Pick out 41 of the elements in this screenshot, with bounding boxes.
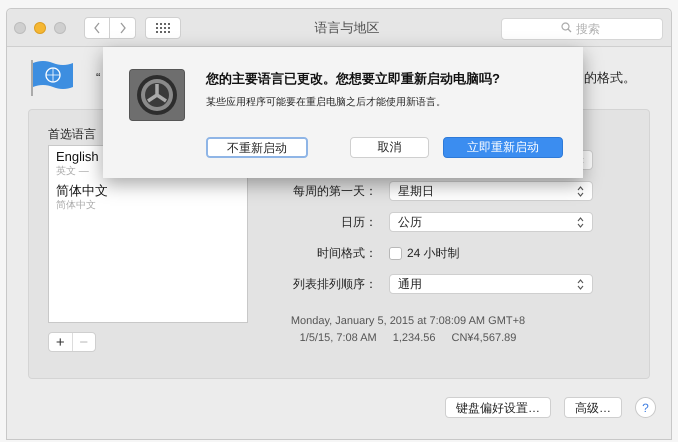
setting-label: 日历：	[340, 214, 378, 231]
setting-label: 时间格式：	[316, 245, 378, 262]
popup-button[interactable]: 公历	[389, 212, 593, 232]
description-text: “	[96, 69, 100, 88]
format-sample: 1/5/15, 7:08 AM	[300, 330, 377, 346]
search-field[interactable]: 搜索	[501, 18, 663, 40]
keyboard-preferences-button[interactable]: 键盘偏好设置…	[445, 397, 551, 418]
description-text: 的格式。	[584, 69, 636, 88]
show-all-button[interactable]	[145, 16, 181, 38]
checkbox[interactable]	[389, 246, 402, 260]
help-button[interactable]: ?	[635, 397, 656, 418]
search-icon	[561, 22, 572, 32]
setting-label: 列表排列顺序：	[292, 276, 378, 293]
grid-icon	[156, 22, 170, 32]
language-detail: 英文 —	[56, 165, 90, 178]
cancel-button[interactable]: 取消	[350, 136, 429, 158]
back-button[interactable]	[84, 16, 110, 38]
dialog-title: 您的主要语言已更改。您想要立即重新启动电脑吗?	[206, 70, 501, 88]
advanced-button[interactable]: 高级…	[564, 397, 622, 418]
back-icon	[93, 22, 101, 34]
add-button[interactable]: +	[49, 333, 72, 351]
forward-button[interactable]	[110, 16, 136, 38]
popup-button[interactable]: 通用	[389, 274, 593, 294]
zoom-button[interactable]	[54, 22, 66, 34]
forward-icon	[118, 22, 126, 34]
setting-label: 每周的第一天：	[292, 183, 378, 200]
section-label: 首选语言	[48, 126, 97, 143]
flag-icon	[30, 59, 74, 97]
format-sample: 1,234.56	[392, 330, 436, 346]
minimize-button[interactable]	[34, 22, 46, 34]
language-name[interactable]: 简体中文	[56, 183, 240, 199]
close-button[interactable]	[14, 22, 26, 34]
date-format-preview: Monday, January 5, 2015 at 7:08:09 AM GMT+8	[290, 314, 526, 329]
dialog-message: 某些应用程序可能要在重启电脑之后才能使用新语言。	[206, 96, 447, 110]
dont-restart-button[interactable]: 不重新启动	[206, 136, 308, 158]
language-detail: 简体中文	[56, 199, 97, 212]
checkbox-label[interactable]: 24 小时制	[407, 244, 460, 262]
popup-button[interactable]: 星期日	[389, 181, 593, 201]
window-title: 语言与地区	[314, 18, 380, 37]
gear-icon	[129, 69, 185, 121]
format-sample: CN¥4,567.89	[452, 330, 516, 346]
